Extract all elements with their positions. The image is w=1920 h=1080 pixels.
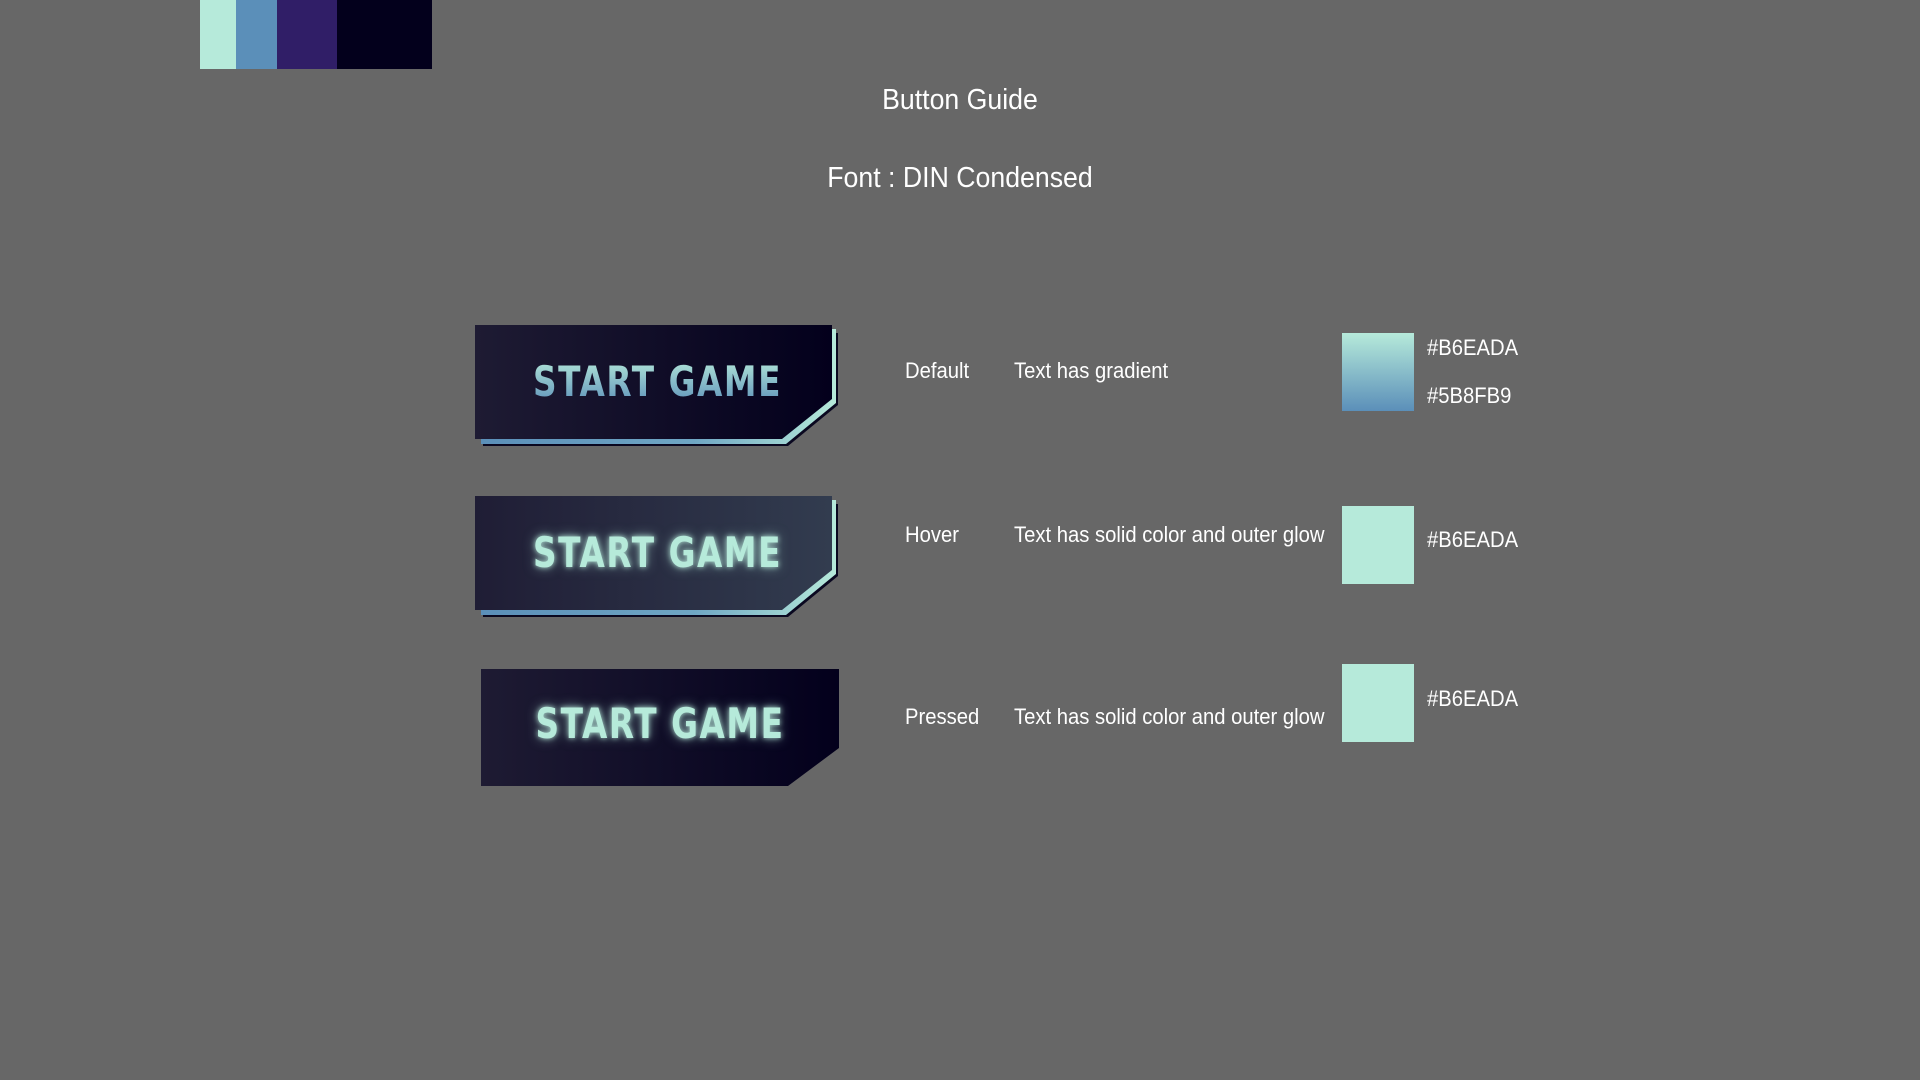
button-label: START GAME	[515, 357, 800, 406]
hex-code-blue: #5B8FB9	[1427, 383, 1512, 408]
button-label: START GAME	[535, 699, 785, 748]
state-description-default: Text has gradient	[1014, 358, 1169, 383]
palette-swatch-mint	[200, 0, 236, 69]
solid-color-swatch	[1342, 506, 1414, 584]
button-label: START GAME	[532, 528, 783, 577]
state-label-default: Default	[905, 358, 970, 383]
solid-color-swatch	[1342, 664, 1414, 742]
start-game-button-default[interactable]: START GAME	[475, 325, 840, 450]
palette-swatch-purple	[277, 0, 337, 69]
color-palette	[200, 0, 432, 69]
state-description-pressed: Text has solid color and outer glow	[1014, 704, 1325, 729]
palette-swatch-blue	[236, 0, 277, 69]
page-title: Button Guide	[882, 84, 1038, 116]
gradient-color-swatch	[1342, 333, 1414, 411]
start-game-button-hover[interactable]: START GAME	[475, 496, 840, 621]
hex-code-mint: #B6EADA	[1427, 686, 1519, 711]
hex-code-mint: #B6EADA	[1427, 335, 1519, 360]
start-game-button-pressed[interactable]: START GAME	[481, 669, 839, 787]
palette-swatch-navy	[337, 0, 432, 69]
state-label-hover: Hover	[905, 522, 959, 547]
hex-code-mint: #B6EADA	[1427, 527, 1519, 552]
state-description-hover: Text has solid color and outer glow	[1014, 522, 1325, 547]
state-label-pressed: Pressed	[905, 704, 980, 729]
font-note: Font : DIN Condensed	[827, 162, 1093, 194]
